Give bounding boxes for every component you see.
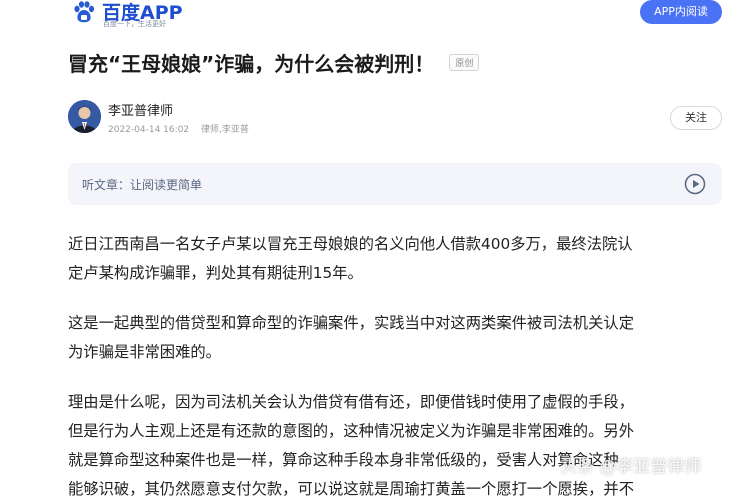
listen-article-bar[interactable]: 听文章：让阅读更简单: [68, 163, 722, 205]
article-title: 冒充“王母娘娘”诈骗，为什么会被判刑！: [68, 52, 435, 76]
paragraph-line: 为诈骗是非常困难的。: [68, 343, 221, 361]
paragraph-line: 近日江西南昌一名女子卢某以冒充王母娘娘的名义向他人借款400多万，最终法院认: [68, 235, 633, 253]
original-badge: 原创: [449, 54, 480, 71]
paragraph-line: 能够识破，其仍然愿意支付欠款，可以说这就是周瑜打黄盖一个愿打一个愿挨，并不: [68, 480, 634, 498]
top-bar: 百度APP 百度一下，生活更好 APP内阅读: [0, 0, 750, 32]
author-description: 律师,李亚普: [200, 125, 249, 135]
author-section: 李亚普律师 2022-04-14 16:02 律师,李亚普 关注: [68, 100, 728, 140]
logo-slogan: 百度一下，生活更好: [103, 20, 166, 28]
paragraph-line: 这是一起典型的借贷型和算命型的诈骗案件，实践当中对这两类案件被司法机关认定: [68, 314, 634, 332]
article-paragraph: 理由是什么呢，因为司法机关会认为借贷有借有还，即便借钱时使用了虚假的手段， 但是…: [68, 388, 733, 500]
author-name[interactable]: 李亚普律师: [108, 100, 173, 119]
watermark: 头条 @李亚普律师: [560, 457, 702, 477]
publish-time: 2022-04-14 16:02: [108, 125, 190, 135]
article-meta: 2022-04-14 16:02 律师,李亚普: [108, 122, 258, 135]
article-title-row: 冒充“王母娘娘”诈骗，为什么会被判刑！ 原创: [68, 48, 480, 80]
paragraph-line: 定卢某构成诈骗罪，判处其有期徒刑15年。: [68, 264, 363, 282]
person-icon: [68, 100, 101, 133]
open-in-app-button[interactable]: APP内阅读: [640, 0, 722, 24]
paragraph-line: 但是行为人主观上还是有还款的意图的，这种情况被定义为诈骗是非常困难的。另外: [68, 422, 634, 440]
play-icon[interactable]: [684, 173, 706, 195]
baidu-app-logo[interactable]: 百度APP 百度一下，生活更好: [72, 0, 202, 30]
author-avatar[interactable]: [68, 100, 101, 133]
follow-button[interactable]: 关注: [670, 106, 722, 130]
baidu-paw-icon: [74, 1, 95, 23]
article-paragraph: 近日江西南昌一名女子卢某以冒充王母娘娘的名义向他人借款400多万，最终法院认 定…: [68, 230, 733, 288]
paragraph-line: 理由是什么呢，因为司法机关会认为借贷有借有还，即便借钱时使用了虚假的手段，: [68, 393, 634, 411]
article-paragraph: 这是一起典型的借贷型和算命型的诈骗案件，实践当中对这两类案件被司法机关认定 为诈…: [68, 309, 733, 367]
listen-article-label: 听文章：让阅读更简单: [82, 178, 203, 192]
